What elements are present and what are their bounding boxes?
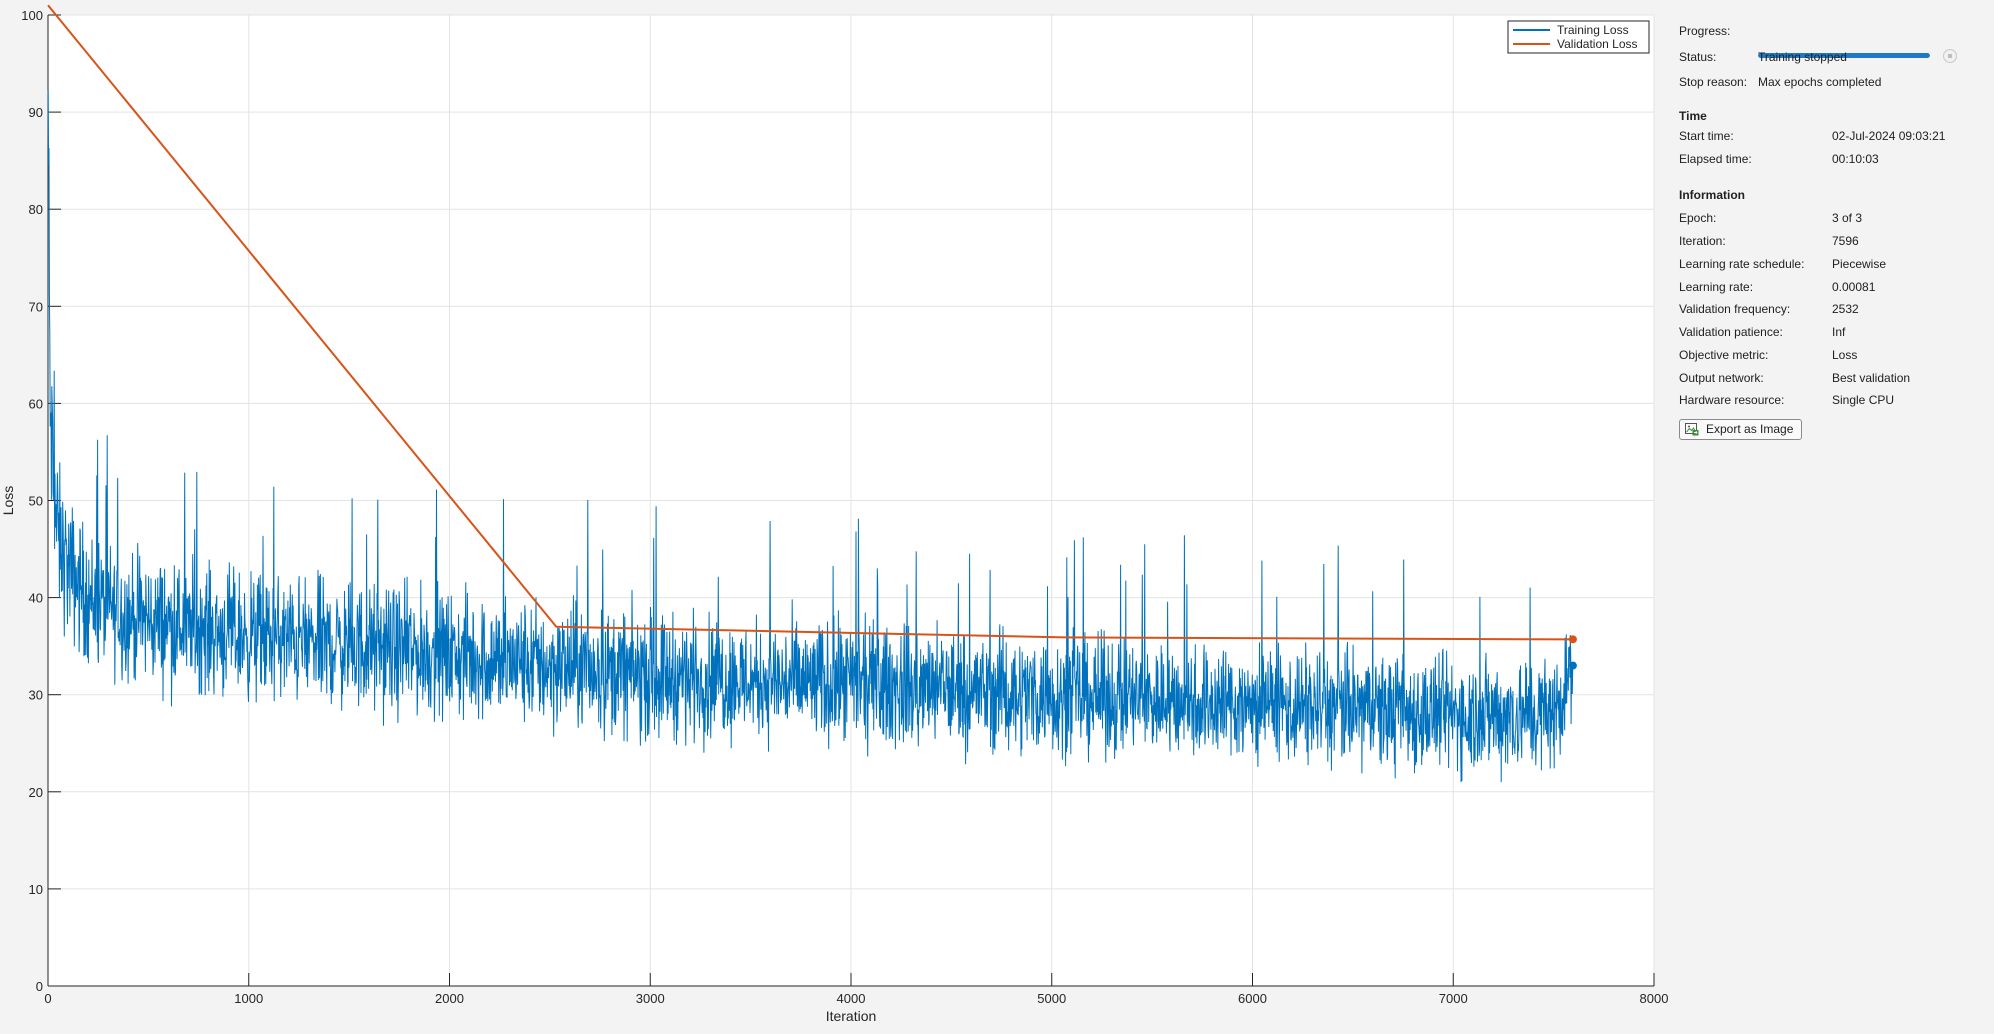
x-axis-label: Iteration [826,1008,877,1024]
loss-chart: 0 1000 2000 3000 4000 5000 6000 7000 8000 0 10 20 30… [0,4,1669,1024]
info-row-value: Loss [1832,348,1858,362]
x-tick-label: 0 [44,991,51,1006]
y-tick-label: 100 [21,8,43,23]
info-row-label: Objective metric: [1679,348,1769,362]
info-row-value: 2532 [1832,302,1859,316]
export-as-image-button[interactable]: Export as Image [1679,419,1803,440]
info-row-label: Iteration: [1679,234,1726,248]
info-row-label: Learning rate schedule: [1679,257,1805,271]
y-tick-label: 10 [29,882,43,897]
info-row-label: Hardware resource: [1679,393,1785,407]
info-row: Output network: Best validation [1672,371,1994,389]
info-row: Hardware resource: Single CPU [1672,393,1994,411]
training-plot: 0 1000 2000 3000 4000 5000 6000 7000 8000 0 10 20 30… [0,0,1672,1034]
info-row: Learning rate schedule: Piecewise [1672,257,1994,275]
export-button-label: Export as Image [1706,422,1794,436]
info-row: Validation frequency: 2532 [1672,302,1994,320]
start-time-label: Start time: [1679,129,1734,143]
y-tick-label: 50 [29,494,43,509]
info-row-value: Inf [1832,325,1846,339]
time-section-title: Time [1679,109,1707,123]
legend-label: Training Loss [1557,23,1629,37]
x-tick-label: 1000 [234,991,263,1006]
y-axis-label: Loss [0,486,16,516]
start-time-row: Start time: 02-Jul-2024 09:03:21 [1672,129,1994,147]
x-tick-label: 3000 [636,991,665,1006]
elapsed-time-value: 00:10:03 [1832,152,1879,166]
x-tick-label: 5000 [1037,991,1066,1006]
y-tick-label: 0 [36,979,43,994]
info-row-value: Single CPU [1832,393,1895,407]
info-row: Epoch: 3 of 3 [1672,211,1994,229]
elapsed-time-label: Elapsed time: [1679,152,1752,166]
elapsed-time-row: Elapsed time: 00:10:03 [1672,152,1994,170]
start-time-value: 02-Jul-2024 09:03:21 [1832,129,1946,143]
information-section-title: Information [1679,188,1745,202]
info-row: Objective metric: Loss [1672,348,1994,366]
progress-row: Progress: [1672,24,1994,63]
y-tick-label: 60 [29,396,43,411]
progress-label: Progress: [1679,24,1731,38]
legend-label: Validation Loss [1557,37,1638,51]
info-row: Validation patience: Inf [1672,325,1994,343]
validation-loss-last-point [1568,635,1577,644]
info-panel: Progress: Status: Training stopped Stop … [1672,0,1994,1034]
y-tick-label: 70 [29,299,43,314]
info-row: Iteration: 7596 [1672,234,1994,252]
info-row-value: 0.00081 [1832,280,1876,294]
info-row-label: Output network: [1679,371,1764,385]
x-tick-label: 4000 [837,991,866,1006]
y-tick-label: 80 [29,202,43,217]
info-row-label: Learning rate: [1679,280,1754,294]
y-tick-label: 30 [29,688,43,703]
y-tick-label: 20 [29,785,43,800]
y-tick-label: 90 [29,105,43,120]
training-loss-last-point [1568,661,1577,670]
x-tick-label: 2000 [435,991,464,1006]
status-label: Status: [1679,50,1717,64]
info-row-value: 7596 [1832,234,1859,248]
info-row-label: Validation patience: [1679,325,1783,339]
info-row-value: 3 of 3 [1832,211,1863,225]
x-tick-label: 7000 [1439,991,1468,1006]
info-row: Learning rate: 0.00081 [1672,280,1994,298]
stop-reason-label: Stop reason: [1679,75,1748,89]
image-export-icon [1685,423,1699,436]
info-row-label: Epoch: [1679,211,1717,225]
info-row-value: Piecewise [1832,257,1887,271]
x-tick-label: 8000 [1640,991,1669,1006]
stop-reason-row: Stop reason: Max epochs completed [1672,75,1994,93]
info-row-value: Best validation [1832,371,1911,385]
y-tick-label: 40 [29,591,43,606]
info-row-label: Validation frequency: [1679,302,1791,316]
x-tick-label: 6000 [1238,991,1267,1006]
status-value: Training stopped [1758,50,1847,64]
status-row: Status: Training stopped [1672,50,1994,68]
stop-reason-value: Max epochs completed [1758,75,1882,89]
